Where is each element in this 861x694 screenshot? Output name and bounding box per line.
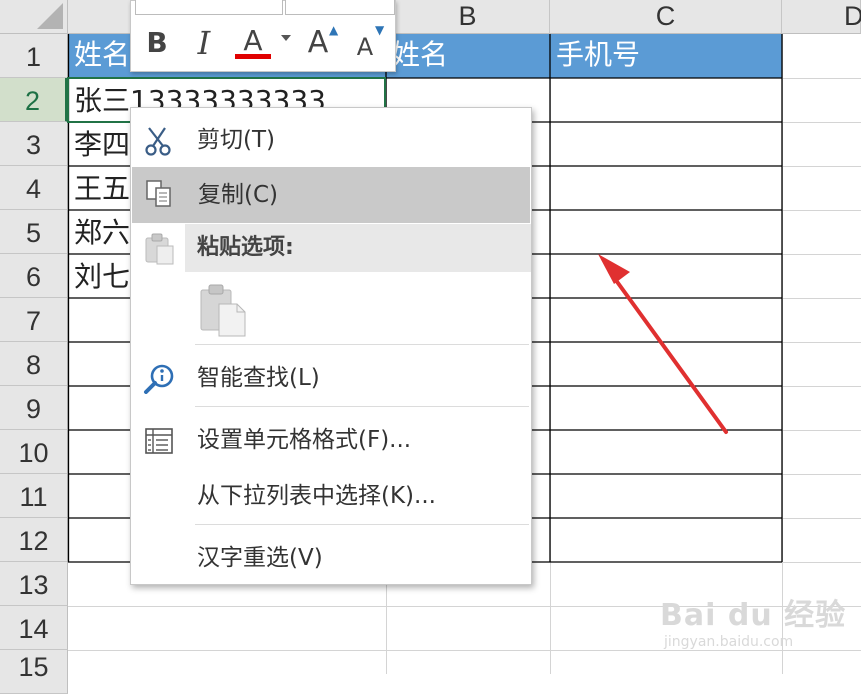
bold-button[interactable]: B	[141, 23, 173, 63]
red-arrow-annotation	[598, 254, 728, 434]
context-menu: 剪切(T) 复制(C) 粘贴选项: 智能查找(L) 设置单元格格式(F)... …	[130, 107, 532, 585]
clipboard-icon	[145, 233, 174, 265]
smart-lookup-icon	[144, 364, 174, 394]
chevron-down-icon[interactable]	[281, 35, 291, 41]
font-color-bar	[235, 54, 271, 59]
mini-toolbar: B I A A ▲ A ▼	[130, 0, 396, 72]
caret-down-icon: ▼	[375, 23, 385, 37]
menu-item-reconvert[interactable]: 汉字重选(V)	[131, 536, 531, 580]
copy-icon	[146, 180, 171, 207]
font-size-box[interactable]	[285, 0, 395, 15]
menu-separator	[195, 406, 529, 407]
menu-item-pick-from-list[interactable]: 从下拉列表中选择(K)...	[131, 474, 531, 518]
menu-separator	[195, 524, 529, 525]
menu-item-smart-lookup[interactable]: 智能查找(L)	[131, 356, 531, 400]
menu-separator	[195, 344, 529, 345]
menu-item-cut[interactable]: 剪切(T)	[131, 118, 531, 162]
paste-icon[interactable]	[197, 284, 253, 338]
caret-up-icon: ▲	[329, 23, 339, 37]
menu-item-format-cells[interactable]: 设置单元格格式(F)...	[131, 418, 531, 462]
italic-button[interactable]: I	[189, 23, 219, 63]
scissors-icon	[145, 127, 171, 156]
baidu-watermark: Bai du 经验 jingyan.baidu.com	[660, 598, 847, 650]
menu-item-copy[interactable]: 复制(C)	[132, 167, 530, 223]
format-cells-icon	[145, 428, 173, 454]
paste-options-header: 粘贴选项:	[185, 224, 531, 272]
font-name-box[interactable]	[135, 0, 283, 15]
